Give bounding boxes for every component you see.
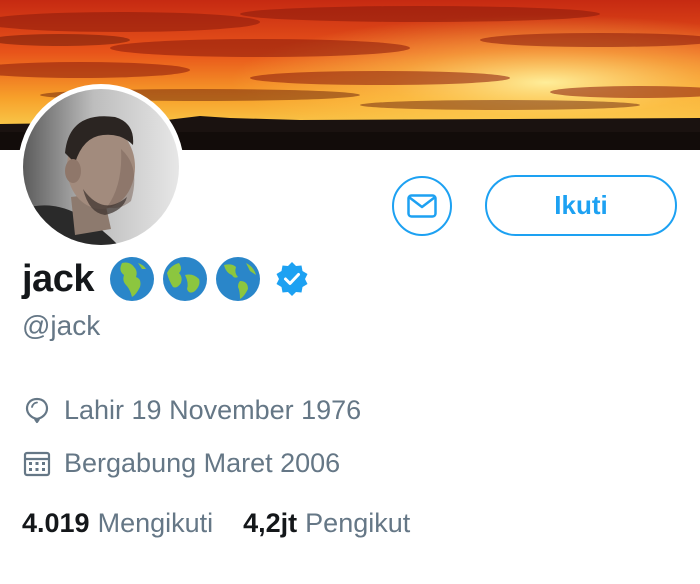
- birthdate-row: Lahir 19 November 1976: [22, 395, 361, 426]
- joined-date-row: Bergabung Maret 2006: [22, 448, 340, 479]
- profile-page: Ikuti jack @jack Lahir 19 November 1976 …: [0, 0, 700, 584]
- globe-africa-icon: [109, 257, 154, 301]
- calendar-icon: [23, 451, 51, 476]
- globe-europe-africa-icon: [162, 257, 207, 301]
- followers-count: 4,2jt: [243, 508, 298, 538]
- following-count: 4.019: [22, 508, 90, 538]
- verified-badge-icon: [276, 262, 308, 296]
- message-button[interactable]: [392, 176, 452, 236]
- envelope-icon: [407, 194, 437, 218]
- follow-stats: 4.019 Mengikuti 4,2jt Pengikut: [22, 508, 440, 539]
- followers-label: Pengikut: [305, 508, 411, 538]
- display-name: jack: [22, 257, 94, 300]
- user-handle: @jack: [22, 310, 101, 341]
- profile-avatar[interactable]: [18, 84, 184, 250]
- birthdate-text: Lahir 19 November 1976: [64, 395, 362, 425]
- follow-button[interactable]: Ikuti: [485, 175, 677, 236]
- name-row: jack: [22, 253, 309, 305]
- balloon-icon: [25, 397, 49, 423]
- followers-link[interactable]: 4,2jt Pengikut: [243, 508, 440, 539]
- following-link[interactable]: 4.019 Mengikuti: [22, 508, 243, 539]
- following-label: Mengikuti: [97, 508, 214, 538]
- joined-date-text: Bergabung Maret 2006: [64, 448, 341, 478]
- globe-americas-icon: [215, 257, 260, 301]
